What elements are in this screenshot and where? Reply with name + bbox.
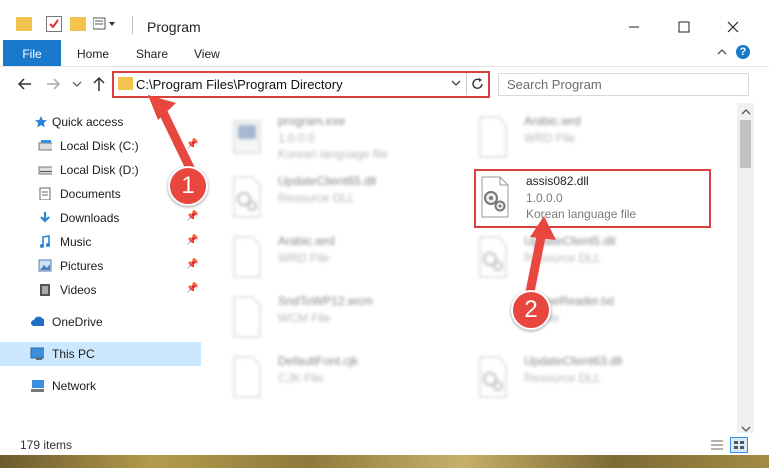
callout-2: 2 [511, 290, 551, 330]
arrow-two [525, 227, 547, 297]
arrow-one [157, 105, 195, 173]
arrow-two-head [530, 216, 556, 240]
callout-1: 1 [168, 166, 208, 206]
annotation-arrows [148, 95, 556, 297]
